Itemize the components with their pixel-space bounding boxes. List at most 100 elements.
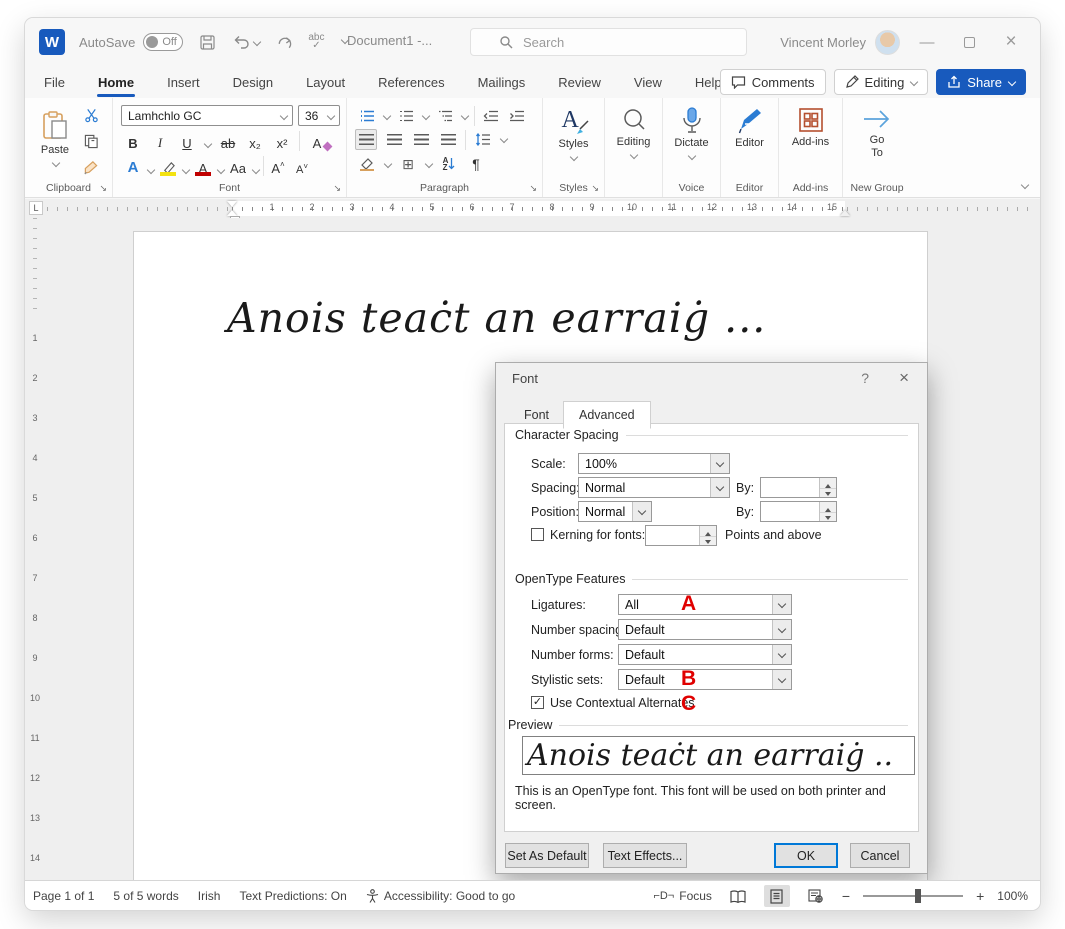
tab-review[interactable]: Review xyxy=(555,69,604,96)
chevron-down-icon[interactable] xyxy=(772,670,791,689)
underline-dropdown-icon[interactable] xyxy=(204,141,211,148)
print-layout-button[interactable] xyxy=(764,885,790,907)
save-icon[interactable] xyxy=(197,33,217,51)
tab-design[interactable]: Design xyxy=(230,69,276,96)
accessibility-status[interactable]: Accessibility: Good to go xyxy=(366,889,515,903)
tab-view[interactable]: View xyxy=(631,69,665,96)
align-center-button[interactable] xyxy=(384,131,404,149)
scale-combobox[interactable]: 100% xyxy=(578,453,730,474)
tab-insert[interactable]: Insert xyxy=(164,69,203,96)
decrease-indent-button[interactable] xyxy=(481,107,501,125)
line-spacing-button[interactable] xyxy=(473,131,493,149)
autosave-toggle[interactable]: Off xyxy=(143,33,183,51)
italic-button[interactable]: I xyxy=(150,131,170,151)
zoom-out-button[interactable]: − xyxy=(842,888,850,904)
show-marks-button[interactable]: ¶ xyxy=(466,155,486,173)
editing-mode-button[interactable]: Editing xyxy=(834,69,929,95)
tab-file[interactable]: File xyxy=(41,69,68,96)
change-case-button[interactable]: Aa xyxy=(228,156,248,176)
text-effects-button[interactable]: A xyxy=(123,156,143,176)
redo-button[interactable] xyxy=(276,35,292,50)
chevron-down-icon[interactable] xyxy=(632,502,651,521)
chevron-down-icon[interactable] xyxy=(710,454,729,473)
strikethrough-button[interactable]: ab xyxy=(218,131,238,151)
superscript-button[interactable]: x² xyxy=(272,131,292,151)
account-control[interactable]: Vincent Morley xyxy=(780,18,900,66)
spacing-by-input[interactable] xyxy=(760,477,837,498)
font-size-combobox[interactable]: 36 xyxy=(298,105,340,126)
minimize-button[interactable]: — xyxy=(906,18,948,66)
dialog-tab-advanced[interactable]: Advanced xyxy=(563,401,651,429)
share-button[interactable]: Share xyxy=(936,69,1026,95)
bullets-button[interactable] xyxy=(357,107,377,125)
set-as-default-button[interactable]: Set As Default xyxy=(505,843,589,868)
vertical-ruler[interactable]: 123456789101112131415 xyxy=(25,218,45,880)
number-spacing-combobox[interactable]: Default xyxy=(618,619,792,640)
clipboard-dialog-launcher-icon[interactable]: ↘ xyxy=(99,183,107,194)
numbering-button[interactable] xyxy=(396,107,416,125)
dictate-button[interactable]: Dictate xyxy=(663,98,720,176)
spin-down-icon[interactable] xyxy=(700,536,716,546)
spin-up-icon[interactable] xyxy=(820,502,836,512)
tab-selector[interactable]: L xyxy=(29,201,43,215)
cut-button[interactable] xyxy=(81,106,101,124)
search-input[interactable]: Search xyxy=(470,28,747,56)
text-effects-button[interactable]: Text Effects... xyxy=(603,843,687,868)
avatar[interactable] xyxy=(875,30,900,55)
text-predictions[interactable]: Text Predictions: On xyxy=(239,889,346,903)
ligatures-combobox[interactable]: All xyxy=(618,594,792,615)
grow-font-button[interactable]: A˄ xyxy=(268,156,288,176)
highlight-color-button[interactable] xyxy=(158,156,178,176)
language-indicator[interactable]: Irish xyxy=(198,889,221,903)
comments-button[interactable]: Comments xyxy=(720,69,826,95)
clear-formatting-button[interactable]: A xyxy=(307,131,327,151)
chevron-down-icon[interactable] xyxy=(772,620,791,639)
copy-button[interactable] xyxy=(81,132,101,150)
paste-button[interactable]: Paste xyxy=(33,102,77,180)
bold-button[interactable]: B xyxy=(123,131,143,151)
zoom-slider[interactable] xyxy=(863,895,963,897)
chevron-down-icon[interactable] xyxy=(710,478,729,497)
subscript-button[interactable]: x₂ xyxy=(245,131,265,151)
document-text[interactable]: Anois teaċt an earraiġ ... xyxy=(227,294,766,342)
multilevel-list-button[interactable] xyxy=(435,107,455,125)
word-count[interactable]: 5 of 5 words xyxy=(113,889,178,903)
spin-up-icon[interactable] xyxy=(820,478,836,488)
close-button[interactable]: × xyxy=(990,18,1032,66)
borders-button[interactable]: ⊞ xyxy=(398,155,418,173)
collapse-ribbon-icon[interactable] xyxy=(1021,182,1028,189)
ok-button[interactable]: OK xyxy=(774,843,838,868)
justify-button[interactable] xyxy=(438,131,458,149)
shading-button[interactable] xyxy=(357,155,377,173)
sort-button[interactable]: AZ xyxy=(439,155,459,173)
kerning-size-input[interactable] xyxy=(645,525,717,546)
font-dialog-launcher-icon[interactable]: ↘ xyxy=(333,183,341,194)
dialog-tab-font[interactable]: Font xyxy=(510,402,563,428)
spin-down-icon[interactable] xyxy=(820,488,836,498)
undo-dropdown-icon[interactable] xyxy=(253,39,260,46)
chevron-down-icon[interactable] xyxy=(772,595,791,614)
chevron-down-icon[interactable] xyxy=(772,645,791,664)
word-logo-icon[interactable]: W xyxy=(39,29,65,55)
dialog-title-bar[interactable]: Font ? × xyxy=(496,363,927,393)
addins-button[interactable]: Add-ins xyxy=(779,98,842,176)
shrink-font-button[interactable]: A˅ xyxy=(292,156,312,176)
paragraph-dialog-launcher-icon[interactable]: ↘ xyxy=(529,183,537,194)
font-color-button[interactable]: A xyxy=(193,156,213,176)
number-forms-combobox[interactable]: Default xyxy=(618,644,792,665)
undo-button[interactable] xyxy=(233,35,260,50)
horizontal-ruler[interactable]: 123456789101112131415 xyxy=(47,201,1034,216)
align-right-button[interactable] xyxy=(411,131,431,149)
read-mode-button[interactable] xyxy=(725,885,751,907)
contextual-alternates-checkbox[interactable] xyxy=(531,696,544,709)
underline-button[interactable]: U xyxy=(177,131,197,151)
spelling-check-icon[interactable]: abc✓ xyxy=(308,34,324,50)
right-indent-marker[interactable] xyxy=(840,205,850,216)
zoom-level[interactable]: 100% xyxy=(997,889,1028,903)
goto-button[interactable]: Go To xyxy=(843,98,911,176)
editor-button[interactable]: Editor xyxy=(721,98,778,176)
help-button[interactable]: ? xyxy=(861,370,869,386)
hanging-indent-marker[interactable] xyxy=(227,205,237,216)
editing-button[interactable]: Editing xyxy=(605,98,662,176)
zoom-in-button[interactable]: + xyxy=(976,888,984,904)
